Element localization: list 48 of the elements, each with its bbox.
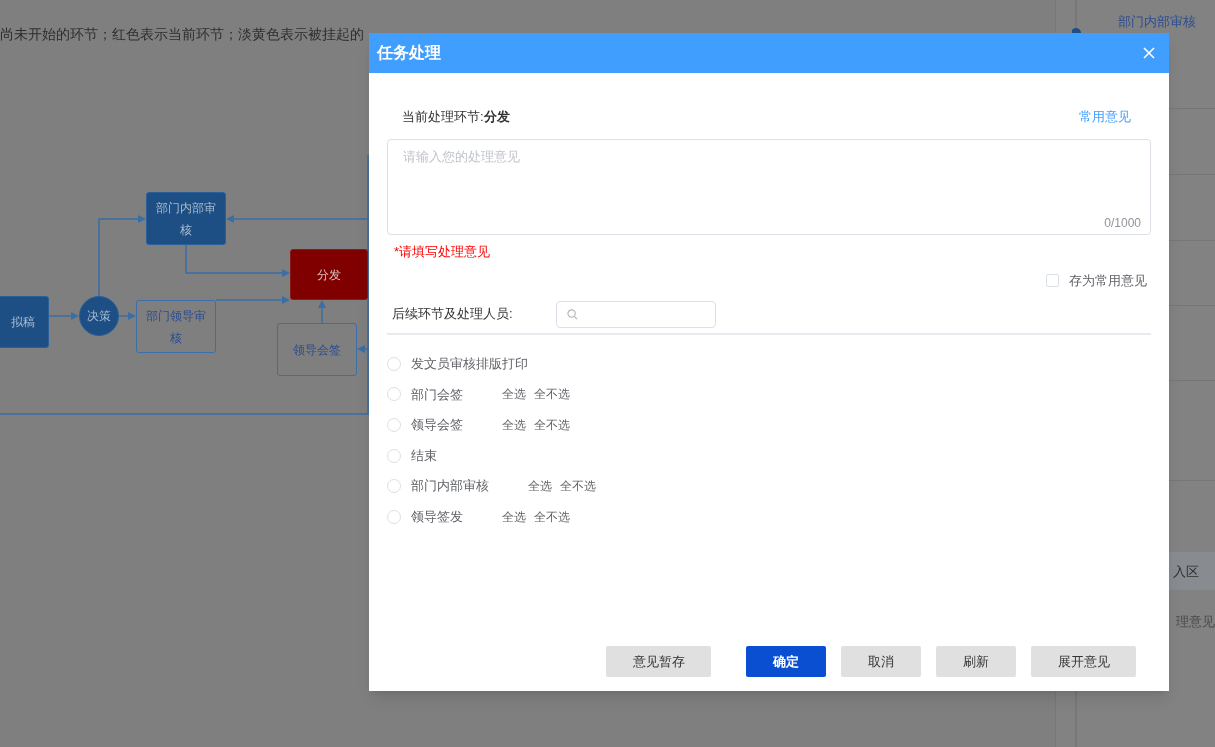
flow-node: 决策 [79,296,119,336]
dialog-title: 任务处理 [377,43,441,63]
step-label: 部门会签 [411,385,463,404]
dialog-button[interactable]: 刷新 [936,646,1016,677]
search-icon [567,308,578,320]
dialog-button[interactable]: 展开意见 [1031,646,1136,677]
radio-button[interactable] [387,418,401,432]
connector-arrow [118,312,136,320]
step-label: 结束 [411,446,437,465]
select-all-link[interactable]: 全选 [502,507,526,526]
flow-node: 分发 [290,249,368,300]
close-icon[interactable] [1141,45,1157,61]
select-all-link[interactable]: 全选 [528,477,552,496]
step-label: 部门内部审核 [411,477,489,496]
current-step-text: 当前处理环节:分发 [402,108,510,126]
connector-arrow [48,312,79,320]
search-field[interactable] [556,300,716,328]
connector-arrow [318,300,326,324]
radio-button[interactable] [387,479,401,494]
side-panel-text: 入区 [1173,563,1199,581]
connector-arrow [357,345,369,353]
select-none-link[interactable]: 全不选 [534,507,570,526]
next-steps-label: 后续环节及处理人员: [392,305,514,324]
flow-node: 拟稿 [0,296,49,348]
step-label: 领导签发 [411,508,463,526]
flow-node: 部门领导审核 [136,300,216,353]
radio-button[interactable] [387,448,401,463]
checkbox[interactable] [1046,274,1059,288]
required-hint: *请填写处理意见 [394,242,491,261]
side-panel-text: 部门内部审核 [1118,13,1196,31]
radio-button[interactable] [387,509,401,524]
flow-node: 部门内部审核 [146,192,226,245]
dialog-button[interactable]: 确定 [746,646,826,677]
flow-node: 领导会签 [277,323,357,376]
radio-button[interactable] [387,356,401,371]
step-label: 发文员审核排版打印 [411,355,528,374]
legend-text: 尚未开始的环节；红色表示当前环节；淡黄色表示被挂起的 [0,25,364,44]
select-none-link[interactable]: 全不选 [534,385,570,404]
character-counter: 0/1000 [1104,214,1141,232]
step-label: 领导会签 [411,416,463,435]
radio-button[interactable] [387,387,401,402]
select-none-link[interactable]: 全不选 [534,416,570,434]
select-all-link[interactable]: 全选 [502,385,526,404]
select-none-link[interactable]: 全不选 [560,477,596,496]
checkbox-label: 存为常用意见 [1069,272,1147,290]
dialog-button[interactable]: 意见暂存 [606,646,711,677]
select-all-link[interactable]: 全选 [502,416,526,434]
dialog-button[interactable]: 取消 [841,646,921,677]
